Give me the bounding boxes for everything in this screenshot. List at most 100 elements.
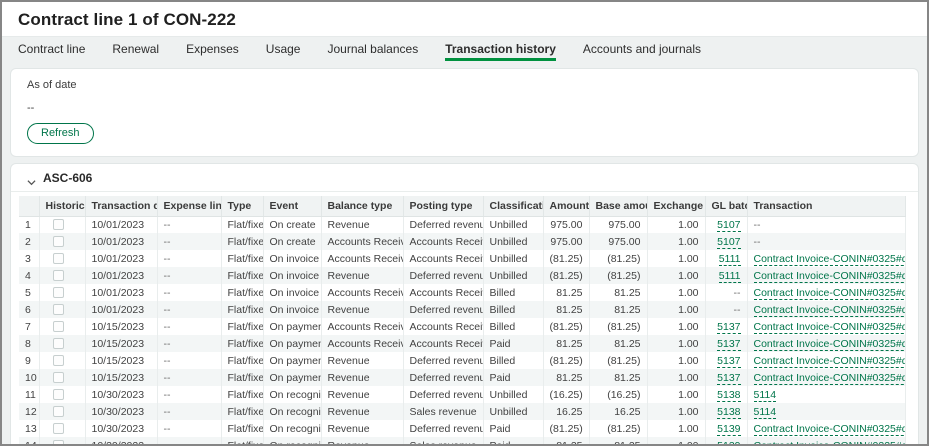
transaction-link[interactable]: 5114: [754, 406, 777, 419]
refresh-button[interactable]: Refresh: [27, 123, 94, 144]
gl-batch-link[interactable]: 5107: [717, 219, 740, 232]
table-row: 510/01/2023--Flat/fixedOn invoiceAccount…: [19, 284, 906, 301]
gl-batch-cell: 5139: [705, 437, 747, 446]
gl-batch-link[interactable]: 5138: [717, 389, 740, 402]
event-cell: On recognition: [263, 386, 321, 403]
tab-usage[interactable]: Usage: [266, 37, 301, 61]
transaction-link[interactable]: Contract Invoice-CONIN#0325#doc: [754, 304, 906, 317]
asc-606-section-header[interactable]: ASC-606: [11, 164, 918, 192]
tab-expenses[interactable]: Expenses: [186, 37, 239, 61]
transaction-link[interactable]: Contract Invoice-CONIN#0325#doc: [754, 423, 906, 436]
base-amount-cell: (81.25): [589, 267, 647, 284]
transaction-link[interactable]: Contract Invoice-CONIN#0325#doc: [754, 321, 906, 334]
row-number-cell: 8: [19, 335, 39, 352]
transaction-date-cell: 10/30/2023: [85, 386, 157, 403]
historical-checkbox[interactable]: [53, 270, 64, 281]
transaction-link[interactable]: Contract Invoice-CONIN#0325#doc: [754, 372, 906, 385]
transaction-cell: Contract Invoice-CONIN#0325#doc: [747, 437, 906, 446]
tab-renewal[interactable]: Renewal: [112, 37, 159, 61]
gl-batch-link[interactable]: 5137: [717, 338, 740, 351]
historical-cell: [39, 386, 85, 403]
column-header-exchange-rate: Exchange rate: [647, 196, 705, 216]
gl-batch-cell: 5137: [705, 369, 747, 386]
type-cell: Flat/fixed: [221, 335, 263, 352]
transaction-link[interactable]: 5114: [754, 389, 777, 402]
gl-batch-link[interactable]: 5138: [717, 406, 740, 419]
historical-checkbox[interactable]: [53, 321, 64, 332]
transaction-link[interactable]: Contract Invoice-CONIN#0325#doc: [754, 440, 906, 446]
transaction-link[interactable]: Contract Invoice-CONIN#0325#doc: [754, 270, 906, 283]
type-cell: Flat/fixed: [221, 369, 263, 386]
transaction-link[interactable]: Contract Invoice-CONIN#0325#doc: [754, 338, 906, 351]
gl-batch-cell: 5137: [705, 352, 747, 369]
amount-cell: (16.25): [543, 386, 589, 403]
amount-cell: (81.25): [543, 420, 589, 437]
historical-checkbox[interactable]: [53, 338, 64, 349]
transaction-link[interactable]: Contract Invoice-CONIN#0325#doc: [754, 355, 906, 368]
event-cell: On invoice: [263, 250, 321, 267]
tab-accounts-and-journals[interactable]: Accounts and journals: [583, 37, 701, 61]
historical-cell: [39, 284, 85, 301]
base-amount-cell: 81.25: [589, 284, 647, 301]
type-cell: Flat/fixed: [221, 250, 263, 267]
historical-checkbox[interactable]: [53, 236, 64, 247]
type-cell: Flat/fixed: [221, 233, 263, 250]
expense-line-no-cell: --: [157, 369, 221, 386]
tab-journal-balances[interactable]: Journal balances: [327, 37, 418, 61]
exchange-rate-cell: 1.00: [647, 403, 705, 420]
historical-checkbox[interactable]: [53, 372, 64, 383]
tab-transaction-history[interactable]: Transaction history: [445, 37, 556, 61]
historical-checkbox[interactable]: [53, 423, 64, 434]
table-row: 1410/30/2023--Flat/fixedOn recognitionRe…: [19, 437, 906, 446]
gl-batch-link[interactable]: 5139: [717, 423, 740, 436]
gl-batch-link[interactable]: 5111: [719, 270, 741, 283]
exchange-rate-cell: 1.00: [647, 267, 705, 284]
tab-contract-line[interactable]: Contract line: [18, 37, 85, 61]
column-header-classification: Classification: [483, 196, 543, 216]
gl-batch-link[interactable]: 5137: [717, 355, 740, 368]
historical-checkbox[interactable]: [53, 304, 64, 315]
column-header-expense-line-no: Expense line no.: [157, 196, 221, 216]
classification-cell: Billed: [483, 301, 543, 318]
historical-cell: [39, 335, 85, 352]
amount-cell: (81.25): [543, 250, 589, 267]
historical-checkbox[interactable]: [53, 253, 64, 264]
posting-type-cell: Deferred revenue: [403, 386, 483, 403]
exchange-rate-cell: 1.00: [647, 420, 705, 437]
transaction-link[interactable]: Contract Invoice-CONIN#0325#doc: [754, 287, 906, 300]
historical-cell: [39, 369, 85, 386]
base-amount-cell: 81.25: [589, 369, 647, 386]
column-header-row-number: [19, 196, 39, 216]
gl-batch-link[interactable]: 5137: [717, 321, 740, 334]
exchange-rate-cell: 1.00: [647, 250, 705, 267]
classification-cell: Billed: [483, 352, 543, 369]
historical-cell: [39, 250, 85, 267]
historical-checkbox[interactable]: [53, 440, 64, 446]
posting-type-cell: Accounts Receivable: [403, 318, 483, 335]
historical-checkbox[interactable]: [53, 406, 64, 417]
amount-cell: 16.25: [543, 403, 589, 420]
amount-cell: 81.25: [543, 437, 589, 446]
expense-line-no-cell: --: [157, 301, 221, 318]
asc-606-section: ASC-606 HistoricalTransaction dateExpens…: [10, 163, 919, 446]
transaction-date-cell: 10/01/2023: [85, 267, 157, 284]
historical-checkbox[interactable]: [53, 287, 64, 298]
amount-cell: (81.25): [543, 318, 589, 335]
balance-type-cell: Revenue: [321, 352, 403, 369]
historical-checkbox[interactable]: [53, 389, 64, 400]
expense-line-no-cell: --: [157, 284, 221, 301]
event-cell: On invoice: [263, 284, 321, 301]
gl-batch-cell: 5111: [705, 250, 747, 267]
row-number-cell: 6: [19, 301, 39, 318]
historical-cell: [39, 267, 85, 284]
transaction-link[interactable]: Contract Invoice-CONIN#0325#doc: [754, 253, 906, 266]
table-row: 610/01/2023--Flat/fixedOn invoiceRevenue…: [19, 301, 906, 318]
gl-batch-link[interactable]: 5107: [717, 236, 740, 249]
gl-batch-link[interactable]: 5137: [717, 372, 740, 385]
historical-checkbox[interactable]: [53, 355, 64, 366]
gl-batch-link[interactable]: 5139: [717, 440, 740, 446]
base-amount-cell: 975.00: [589, 216, 647, 233]
historical-checkbox[interactable]: [53, 219, 64, 230]
base-amount-cell: 81.25: [589, 335, 647, 352]
gl-batch-link[interactable]: 5111: [719, 253, 741, 266]
